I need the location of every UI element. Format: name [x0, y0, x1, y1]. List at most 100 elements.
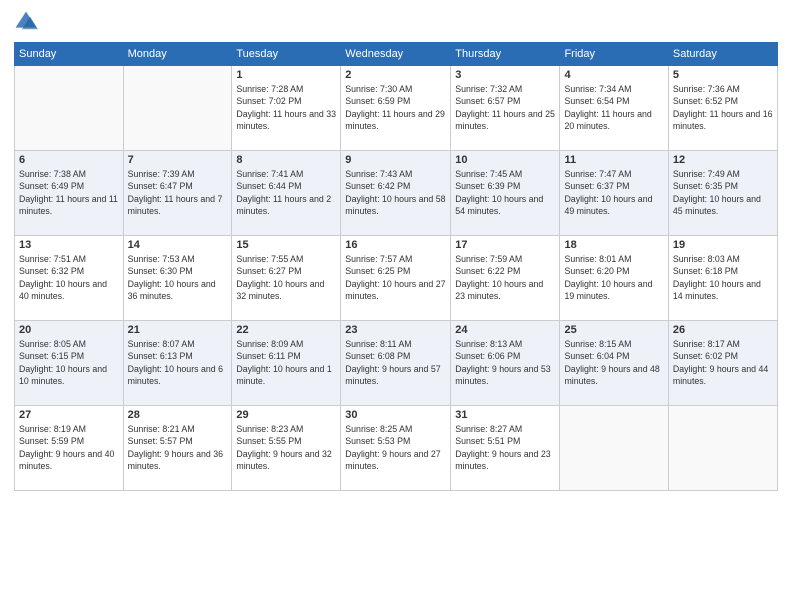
day-info: Sunrise: 8:17 AMSunset: 6:02 PMDaylight:… — [673, 338, 773, 387]
calendar-cell: 13 Sunrise: 7:51 AMSunset: 6:32 PMDayligh… — [15, 236, 124, 321]
weekday-header-sunday: Sunday — [15, 43, 124, 66]
day-info: Sunrise: 7:51 AMSunset: 6:32 PMDaylight:… — [19, 253, 119, 302]
calendar-cell: 10 Sunrise: 7:45 AMSunset: 6:39 PMDayligh… — [451, 151, 560, 236]
calendar-cell: 9 Sunrise: 7:43 AMSunset: 6:42 PMDaylight… — [341, 151, 451, 236]
calendar-cell: 25 Sunrise: 8:15 AMSunset: 6:04 PMDayligh… — [560, 321, 668, 406]
calendar-cell: 26Sunrise: 8:17 AMSunset: 6:02 PMDayligh… — [668, 321, 777, 406]
calendar-cell: 27 Sunrise: 8:19 AMSunset: 5:59 PMDayligh… — [15, 406, 124, 491]
day-number: 22 — [236, 324, 336, 336]
calendar-cell: 6 Sunrise: 7:38 AMSunset: 6:49 PMDaylight… — [15, 151, 124, 236]
calendar-cell: 3 Sunrise: 7:32 AMSunset: 6:57 PMDaylight… — [451, 66, 560, 151]
logo-icon — [14, 10, 38, 34]
calendar-cell: 7 Sunrise: 7:39 AMSunset: 6:47 PMDaylight… — [123, 151, 232, 236]
calendar-cell — [123, 66, 232, 151]
calendar-cell: 23Sunrise: 8:11 AMSunset: 6:08 PMDayligh… — [341, 321, 451, 406]
day-info: Sunrise: 7:39 AMSunset: 6:47 PMDaylight:… — [128, 168, 228, 217]
day-info: Sunrise: 7:34 AMSunset: 6:54 PMDaylight:… — [564, 83, 663, 132]
day-number: 3 — [455, 69, 555, 81]
week-row-3: 13 Sunrise: 7:51 AMSunset: 6:32 PMDayligh… — [15, 236, 778, 321]
day-number: 24 — [455, 324, 555, 336]
calendar-cell: 29 Sunrise: 8:23 AMSunset: 5:55 PMDayligh… — [232, 406, 341, 491]
calendar: SundayMondayTuesdayWednesdayThursdayFrid… — [14, 42, 778, 491]
calendar-cell: 20 Sunrise: 8:05 AMSunset: 6:15 PMDayligh… — [15, 321, 124, 406]
day-number: 17 — [455, 239, 555, 251]
calendar-cell: 8 Sunrise: 7:41 AMSunset: 6:44 PMDaylight… — [232, 151, 341, 236]
day-info: Sunrise: 8:23 AMSunset: 5:55 PMDaylight:… — [236, 423, 336, 472]
day-number: 20 — [19, 324, 119, 336]
weekday-header-wednesday: Wednesday — [341, 43, 451, 66]
day-info: Sunrise: 8:25 AMSunset: 5:53 PMDaylight:… — [345, 423, 446, 472]
day-info: Sunrise: 7:28 AMSunset: 7:02 PMDaylight:… — [236, 83, 336, 132]
calendar-cell: 30 Sunrise: 8:25 AMSunset: 5:53 PMDayligh… — [341, 406, 451, 491]
day-number: 8 — [236, 154, 336, 166]
day-number: 27 — [19, 409, 119, 421]
header — [14, 10, 778, 34]
day-number: 11 — [564, 154, 663, 166]
day-number: 30 — [345, 409, 446, 421]
page: SundayMondayTuesdayWednesdayThursdayFrid… — [0, 0, 792, 612]
day-number: 10 — [455, 154, 555, 166]
day-info: Sunrise: 7:57 AMSunset: 6:25 PMDaylight:… — [345, 253, 446, 302]
day-number: 7 — [128, 154, 228, 166]
logo — [14, 10, 42, 34]
calendar-cell: 2 Sunrise: 7:30 AMSunset: 6:59 PMDaylight… — [341, 66, 451, 151]
day-info: Sunrise: 8:13 AMSunset: 6:06 PMDaylight:… — [455, 338, 555, 387]
day-info: Sunrise: 8:19 AMSunset: 5:59 PMDaylight:… — [19, 423, 119, 472]
calendar-cell: 11 Sunrise: 7:47 AMSunset: 6:37 PMDayligh… — [560, 151, 668, 236]
calendar-cell: 31Sunrise: 8:27 AMSunset: 5:51 PMDayligh… — [451, 406, 560, 491]
calendar-cell: 1 Sunrise: 7:28 AMSunset: 7:02 PMDaylight… — [232, 66, 341, 151]
calendar-cell: 22Sunrise: 8:09 AMSunset: 6:11 PMDayligh… — [232, 321, 341, 406]
calendar-cell — [560, 406, 668, 491]
day-number: 23 — [345, 324, 446, 336]
day-number: 4 — [564, 69, 663, 81]
day-number: 13 — [19, 239, 119, 251]
day-info: Sunrise: 8:05 AMSunset: 6:15 PMDaylight:… — [19, 338, 119, 387]
day-info: Sunrise: 7:38 AMSunset: 6:49 PMDaylight:… — [19, 168, 119, 217]
weekday-header-friday: Friday — [560, 43, 668, 66]
calendar-cell: 17Sunrise: 7:59 AMSunset: 6:22 PMDayligh… — [451, 236, 560, 321]
day-info: Sunrise: 7:41 AMSunset: 6:44 PMDaylight:… — [236, 168, 336, 217]
calendar-cell: 24 Sunrise: 8:13 AMSunset: 6:06 PMDayligh… — [451, 321, 560, 406]
calendar-cell: 5Sunrise: 7:36 AMSunset: 6:52 PMDaylight… — [668, 66, 777, 151]
day-info: Sunrise: 7:30 AMSunset: 6:59 PMDaylight:… — [345, 83, 446, 132]
day-info: Sunrise: 7:49 AMSunset: 6:35 PMDaylight:… — [673, 168, 773, 217]
weekday-header-thursday: Thursday — [451, 43, 560, 66]
calendar-cell: 19Sunrise: 8:03 AMSunset: 6:18 PMDayligh… — [668, 236, 777, 321]
day-info: Sunrise: 7:53 AMSunset: 6:30 PMDaylight:… — [128, 253, 228, 302]
day-info: Sunrise: 8:07 AMSunset: 6:13 PMDaylight:… — [128, 338, 228, 387]
day-number: 29 — [236, 409, 336, 421]
day-info: Sunrise: 7:47 AMSunset: 6:37 PMDaylight:… — [564, 168, 663, 217]
calendar-cell: 15 Sunrise: 7:55 AMSunset: 6:27 PMDayligh… — [232, 236, 341, 321]
day-info: Sunrise: 8:15 AMSunset: 6:04 PMDaylight:… — [564, 338, 663, 387]
weekday-header-monday: Monday — [123, 43, 232, 66]
calendar-cell — [15, 66, 124, 151]
day-info: Sunrise: 7:55 AMSunset: 6:27 PMDaylight:… — [236, 253, 336, 302]
day-number: 2 — [345, 69, 446, 81]
day-info: Sunrise: 7:45 AMSunset: 6:39 PMDaylight:… — [455, 168, 555, 217]
weekday-header-tuesday: Tuesday — [232, 43, 341, 66]
day-number: 1 — [236, 69, 336, 81]
day-info: Sunrise: 8:01 AMSunset: 6:20 PMDaylight:… — [564, 253, 663, 302]
day-number: 25 — [564, 324, 663, 336]
week-row-4: 20 Sunrise: 8:05 AMSunset: 6:15 PMDayligh… — [15, 321, 778, 406]
day-number: 14 — [128, 239, 228, 251]
day-number: 16 — [345, 239, 446, 251]
day-number: 21 — [128, 324, 228, 336]
day-number: 6 — [19, 154, 119, 166]
day-info: Sunrise: 7:43 AMSunset: 6:42 PMDaylight:… — [345, 168, 446, 217]
day-info: Sunrise: 8:27 AMSunset: 5:51 PMDaylight:… — [455, 423, 555, 472]
calendar-cell: 12 Sunrise: 7:49 AMSunset: 6:35 PMDayligh… — [668, 151, 777, 236]
day-number: 12 — [673, 154, 773, 166]
day-number: 9 — [345, 154, 446, 166]
week-row-5: 27 Sunrise: 8:19 AMSunset: 5:59 PMDayligh… — [15, 406, 778, 491]
day-number: 19 — [673, 239, 773, 251]
calendar-cell: 28Sunrise: 8:21 AMSunset: 5:57 PMDayligh… — [123, 406, 232, 491]
calendar-cell: 21 Sunrise: 8:07 AMSunset: 6:13 PMDayligh… — [123, 321, 232, 406]
week-row-1: 1 Sunrise: 7:28 AMSunset: 7:02 PMDaylight… — [15, 66, 778, 151]
week-row-2: 6 Sunrise: 7:38 AMSunset: 6:49 PMDaylight… — [15, 151, 778, 236]
calendar-cell: 18Sunrise: 8:01 AMSunset: 6:20 PMDayligh… — [560, 236, 668, 321]
calendar-cell — [668, 406, 777, 491]
calendar-cell: 4 Sunrise: 7:34 AMSunset: 6:54 PMDaylight… — [560, 66, 668, 151]
day-number: 15 — [236, 239, 336, 251]
day-info: Sunrise: 7:32 AMSunset: 6:57 PMDaylight:… — [455, 83, 555, 132]
